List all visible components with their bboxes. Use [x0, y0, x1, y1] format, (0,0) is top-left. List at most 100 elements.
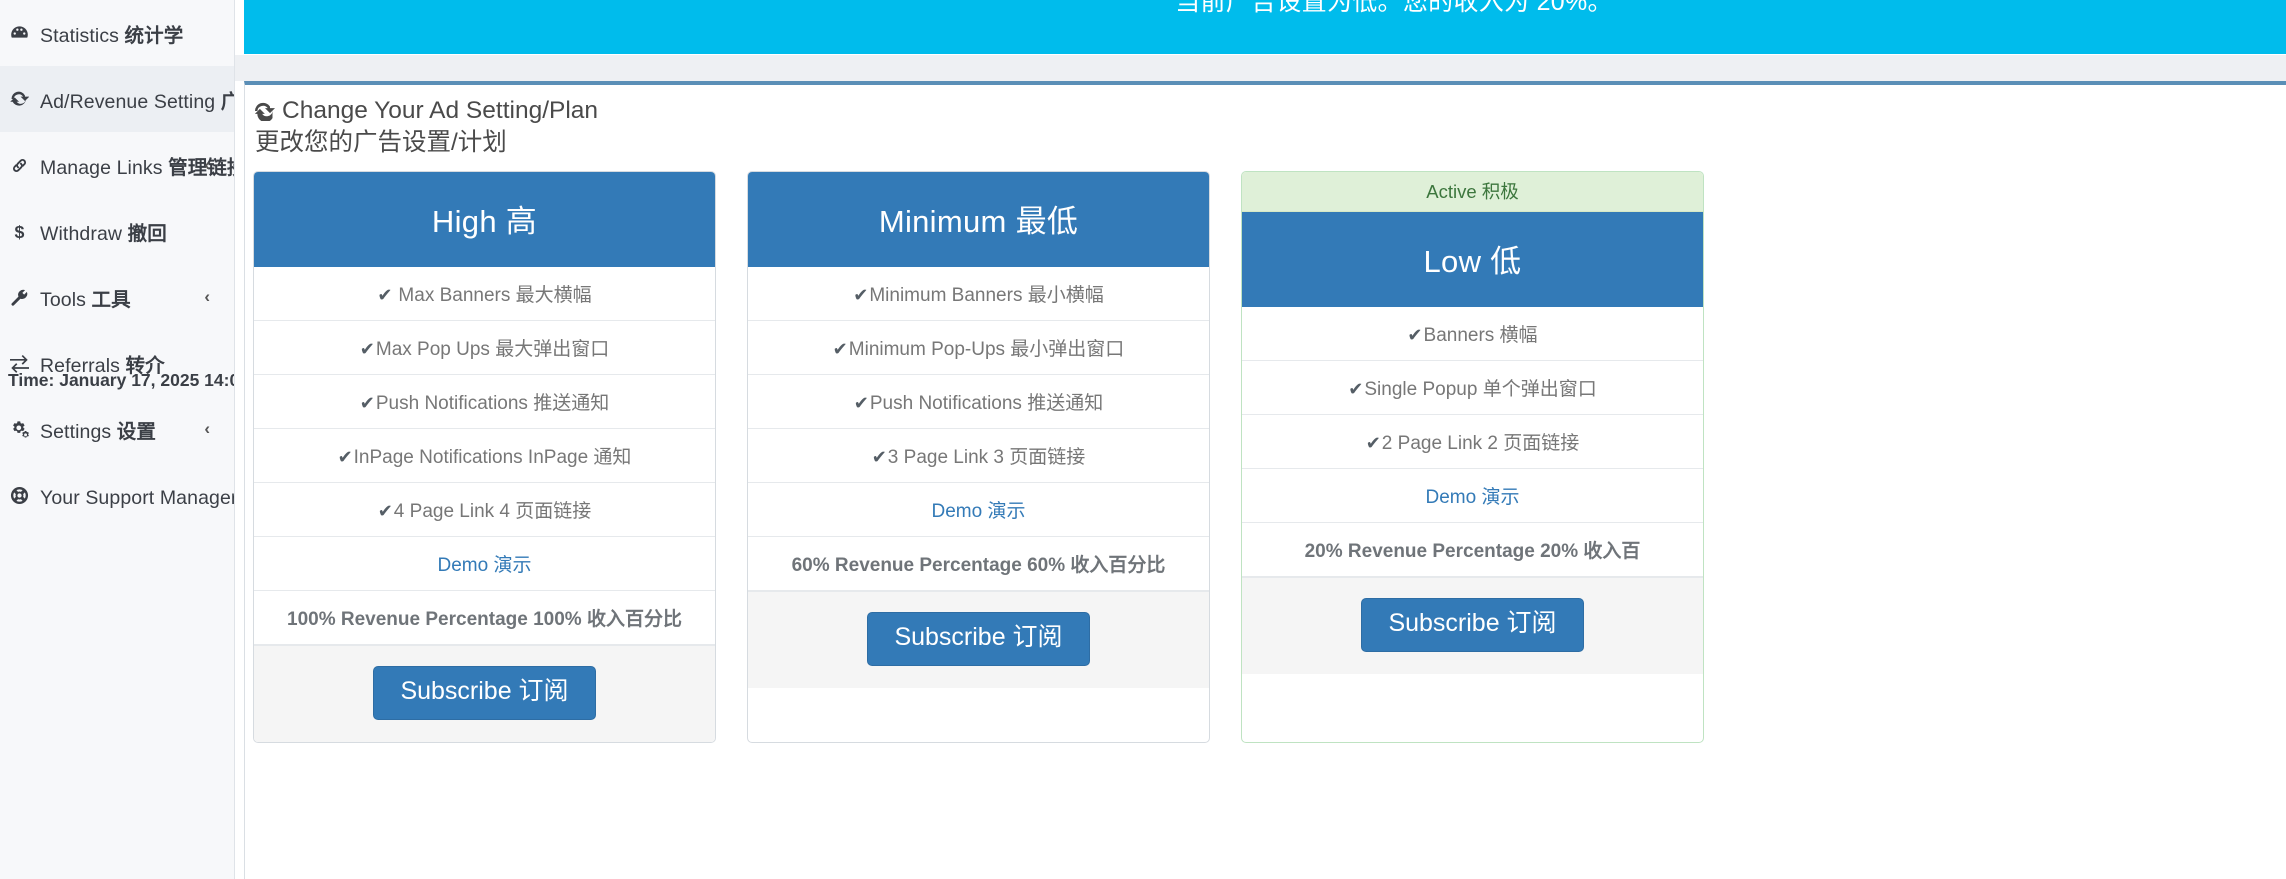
check-icon: ✔	[359, 339, 375, 359]
pricing-card-title: Minimum 最低	[748, 172, 1209, 267]
check-icon: ✔	[1348, 379, 1364, 399]
feature-label: 4 Page Link 4 页面链接	[393, 501, 592, 522]
pricing-card-title: High 高	[254, 172, 715, 267]
sidebar-item-statistics[interactable]: Statistics 统计学	[0, 0, 234, 66]
chevron-left-icon[interactable]: ‹	[204, 287, 210, 307]
sidebar-item-withdraw[interactable]: $ Withdraw 撤回	[0, 198, 234, 264]
feature-row: ✔ Max Banners 最大横幅	[254, 267, 715, 321]
ad-setting-alert: 当前广告设置为低。您的收入为 20%。	[244, 0, 2286, 54]
check-icon: ✔	[377, 501, 393, 521]
demo-link-label: Demo 演示	[1425, 487, 1520, 508]
feature-row: ✔2 Page Link 2 页面链接	[1242, 415, 1703, 469]
content-divider	[235, 55, 2286, 81]
demo-link-label: Demo 演示	[931, 501, 1026, 522]
sidebar-item-tools[interactable]: Tools 工具 ‹	[0, 264, 234, 330]
refresh-icon	[10, 90, 40, 109]
check-icon: ✔	[832, 339, 848, 359]
ad-plan-panel: Change Your Ad Setting/Plan 更改您的广告设置/计划 …	[244, 81, 2286, 879]
page-subtitle: 更改您的广告设置/计划	[255, 129, 507, 157]
sidebar-item-your-support-manager[interactable]: Your Support Manager 您的支持	[0, 462, 234, 528]
feature-row: ✔Minimum Banners 最小横幅	[748, 267, 1209, 321]
link-icon	[10, 156, 40, 175]
sidebar-time: Time: January 17, 2025 14:07:31	[8, 370, 234, 390]
refresh-icon	[255, 101, 275, 122]
demo-link[interactable]: Demo 演示	[254, 537, 715, 591]
check-icon: ✔	[853, 285, 869, 305]
sidebar: Statistics 统计学 Ad/Revenue Setting 广告/收入设 M…	[0, 0, 235, 879]
feature-label: Push Notifications 推送通知	[375, 393, 610, 414]
pricing-card-minimum: Minimum 最低 ✔Minimum Banners 最小横幅 ✔Minimum …	[747, 171, 1210, 743]
sidebar-item-label: Ad/Revenue Setting 广告/收入设	[40, 90, 234, 113]
check-icon: ✔	[853, 393, 869, 413]
feature-label: InPage Notifications InPage 通知	[353, 447, 632, 468]
feature-row: ✔Minimum Pop-Ups 最小弹出窗口	[748, 321, 1209, 375]
sidebar-nav: Statistics 统计学 Ad/Revenue Setting 广告/收入设 M…	[0, 0, 234, 528]
feature-label: Minimum Banners 最小横幅	[869, 285, 1104, 306]
feature-label: 2 Page Link 2 页面链接	[1381, 433, 1580, 454]
alert-text: 当前广告设置为低。您的收入为 20%。	[1175, 0, 1613, 16]
chevron-left-icon[interactable]: ‹	[204, 419, 210, 439]
subscribe-button[interactable]: Subscribe 订阅	[867, 612, 1090, 666]
feature-row: ✔Banners 横幅	[1242, 307, 1703, 361]
demo-link-label: Demo 演示	[437, 555, 532, 576]
page-title-text: Change Your Ad Setting/Plan	[282, 97, 599, 124]
revenue-label: 20% Revenue Percentage 20% 收入百	[1304, 541, 1641, 562]
sidebar-item-label: Your Support Manager 您的支持	[40, 486, 235, 509]
check-icon: ✔	[1407, 325, 1423, 345]
revenue-percentage-row: 20% Revenue Percentage 20% 收入百	[1242, 523, 1703, 577]
feature-label: 3 Page Link 3 页面链接	[887, 447, 1086, 468]
main-content: 当前广告设置为低。您的收入为 20%。 Change Your Ad Setti…	[235, 0, 2286, 879]
demo-link[interactable]: Demo 演示	[748, 483, 1209, 537]
pricing-card-title: Low 低	[1242, 212, 1703, 307]
dashboard-icon	[10, 24, 40, 43]
lifebuoy-icon	[10, 486, 40, 505]
dollar-icon: $	[10, 222, 40, 241]
revenue-percentage-row: 100% Revenue Percentage 100% 收入百分比	[254, 591, 715, 645]
pricing-card-low: Active 积极 Low 低 ✔Banners 横幅 ✔Single Popup 单…	[1241, 171, 1704, 743]
sidebar-item-settings[interactable]: Settings 设置 ‹	[0, 396, 234, 462]
check-icon: ✔	[337, 447, 353, 467]
feature-label: Max Banners 最大横幅	[398, 285, 592, 306]
gears-icon	[10, 420, 40, 439]
subscribe-button[interactable]: Subscribe 订阅	[1361, 598, 1584, 652]
chevron-left-icon[interactable]: ‹	[204, 155, 210, 175]
pricing-cards: High 高 ✔ Max Banners 最大横幅 ✔Max Pop Ups 最大弹出…	[253, 171, 1704, 743]
sidebar-item-label: Tools 工具	[40, 288, 131, 311]
status-badge: Active 积极	[1242, 172, 1703, 212]
check-icon: ✔	[377, 285, 393, 305]
check-icon: ✔	[359, 393, 375, 413]
feature-row: ✔Push Notifications 推送通知	[748, 375, 1209, 429]
feature-label: Max Pop Ups 最大弹出窗口	[375, 339, 610, 360]
page-title: Change Your Ad Setting/Plan	[255, 97, 2286, 125]
app-root: Statistics 统计学 Ad/Revenue Setting 广告/收入设 M…	[0, 0, 2286, 879]
check-icon: ✔	[1365, 433, 1381, 453]
sidebar-item-label: Settings 设置	[40, 420, 156, 443]
feature-label: Minimum Pop-Ups 最小弹出窗口	[848, 339, 1125, 360]
feature-row: ✔Push Notifications 推送通知	[254, 375, 715, 429]
feature-row: ✔Single Popup 单个弹出窗口	[1242, 361, 1703, 415]
sidebar-item-label: Statistics 统计学	[40, 24, 184, 47]
pricing-card-high: High 高 ✔ Max Banners 最大横幅 ✔Max Pop Ups 最大弹出…	[253, 171, 716, 743]
feature-label: Single Popup 单个弹出窗口	[1364, 379, 1597, 400]
subscribe-button[interactable]: Subscribe 订阅	[373, 666, 596, 720]
pricing-card-footer: Subscribe 订阅	[748, 591, 1209, 688]
pricing-card-footer: Subscribe 订阅	[1242, 577, 1703, 674]
feature-row: ✔4 Page Link 4 页面链接	[254, 483, 715, 537]
sidebar-item-ad-revenue-setting[interactable]: Ad/Revenue Setting 广告/收入设	[0, 66, 234, 132]
demo-link[interactable]: Demo 演示	[1242, 469, 1703, 523]
feature-label: Push Notifications 推送通知	[869, 393, 1104, 414]
svg-text:$: $	[15, 222, 25, 241]
pricing-card-footer: Subscribe 订阅	[254, 645, 715, 742]
wrench-icon	[10, 288, 40, 307]
panel-header: Change Your Ad Setting/Plan 更改您的广告设置/计划	[245, 85, 2286, 157]
revenue-label: 100% Revenue Percentage 100% 收入百分比	[287, 609, 682, 630]
sidebar-item-manage-links[interactable]: Manage Links 管理链接‹	[0, 132, 234, 198]
revenue-percentage-row: 60% Revenue Percentage 60% 收入百分比	[748, 537, 1209, 591]
feature-row: ✔Max Pop Ups 最大弹出窗口	[254, 321, 715, 375]
feature-label: Banners 横幅	[1423, 325, 1538, 346]
sidebar-item-label: Withdraw 撤回	[40, 222, 167, 245]
check-icon: ✔	[871, 447, 887, 467]
feature-row: ✔3 Page Link 3 页面链接	[748, 429, 1209, 483]
feature-row: ✔InPage Notifications InPage 通知	[254, 429, 715, 483]
revenue-label: 60% Revenue Percentage 60% 收入百分比	[791, 555, 1166, 576]
